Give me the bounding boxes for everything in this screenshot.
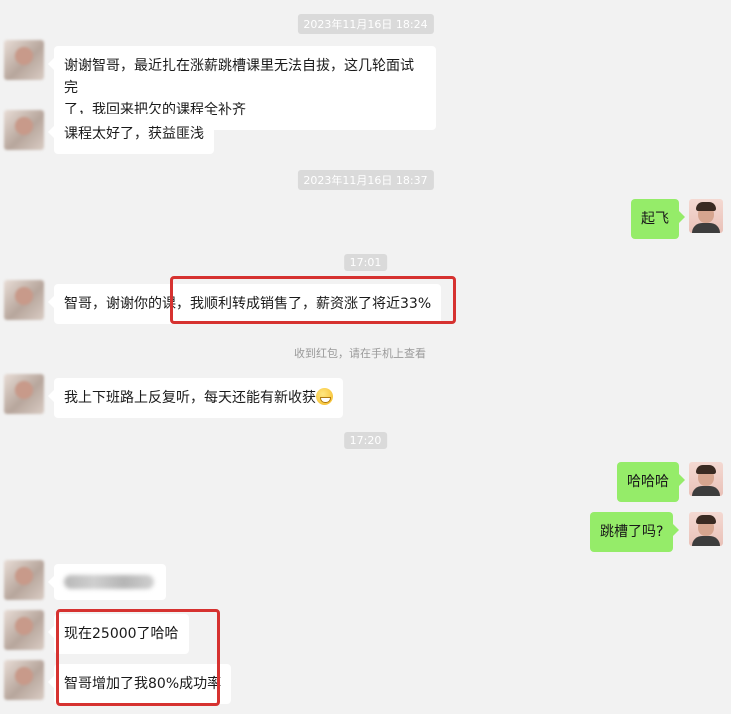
message-text: 哈哈哈: [627, 474, 669, 490]
grin-emoji-icon: [316, 388, 333, 405]
user-avatar-icon[interactable]: [689, 199, 723, 233]
message-text: 课程太好了，获益匪浅: [64, 126, 204, 142]
sender-avatar-icon[interactable]: [4, 280, 44, 320]
timestamp: 17:20: [343, 432, 388, 449]
user-avatar-icon[interactable]: [689, 462, 723, 496]
message-text: 跳槽了吗?: [600, 524, 664, 540]
sender-avatar-icon[interactable]: [4, 610, 44, 650]
message-text: 我上下班路上反复听，每天还能有新收获: [64, 390, 316, 406]
timestamp: 17:01: [343, 254, 388, 271]
message-bubble-incoming[interactable]: [48, 564, 166, 600]
sender-avatar-icon[interactable]: [4, 374, 44, 414]
user-avatar-icon[interactable]: [689, 512, 723, 546]
sender-avatar-icon[interactable]: [4, 660, 44, 700]
sender-avatar-icon[interactable]: [4, 110, 44, 150]
red-packet-notice: 收到红包，请在手机上查看: [294, 347, 426, 360]
highlight-box: [56, 609, 220, 706]
message-bubble-outgoing[interactable]: 起飞: [631, 199, 685, 239]
message-bubble-outgoing[interactable]: 哈哈哈: [617, 462, 685, 502]
timestamp: 2023年11月16日 18:37: [297, 170, 434, 190]
message-bubble-outgoing[interactable]: 跳槽了吗?: [590, 512, 680, 552]
message-text: 起飞: [641, 211, 669, 227]
redacted-text: [64, 575, 154, 589]
message-text: 谢谢智哥，最近扎在涨薪跳槽课里无法自拔，这几轮面试完: [64, 58, 414, 96]
sender-avatar-icon[interactable]: [4, 560, 44, 600]
highlight-box: [170, 276, 456, 324]
sender-avatar-icon[interactable]: [4, 40, 44, 80]
message-bubble-incoming[interactable]: 我上下班路上反复听，每天还能有新收获: [48, 378, 343, 418]
message-bubble-incoming[interactable]: 课程太好了，获益匪浅: [48, 114, 214, 154]
timestamp: 2023年11月16日 18:24: [297, 14, 434, 34]
